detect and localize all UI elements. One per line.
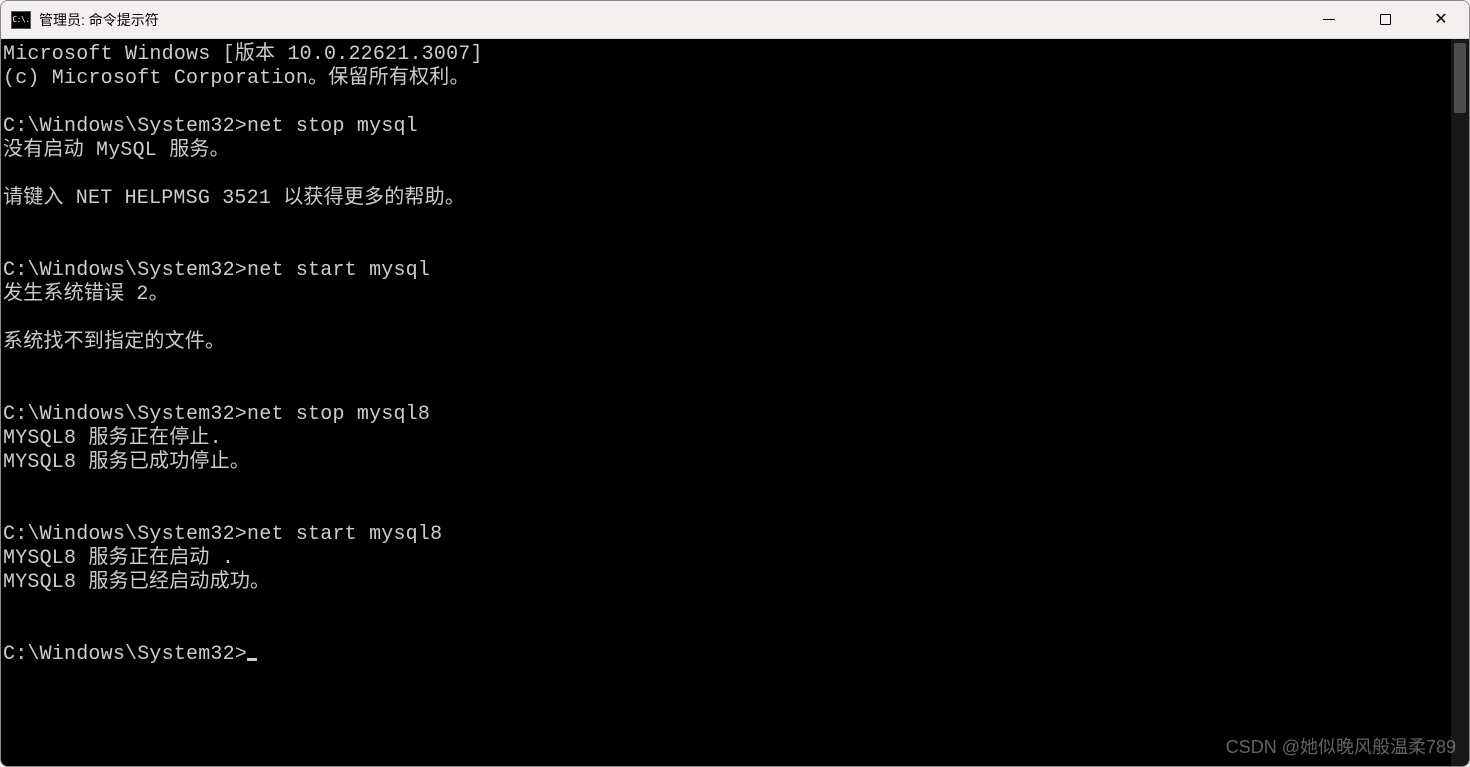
- cmd-4: net start mysql8: [247, 523, 442, 546]
- output-line: 发生系统错误 2。: [3, 283, 169, 306]
- prompt: C:\Windows\System32>: [3, 115, 247, 138]
- prompt: C:\Windows\System32>: [3, 259, 247, 282]
- output-line: 系统找不到指定的文件。: [3, 331, 225, 354]
- cursor: [247, 658, 257, 661]
- command-prompt-window: C:\. 管理员: 命令提示符 ✕ Microsoft Windows [版本 …: [0, 0, 1470, 767]
- terminal-output[interactable]: Microsoft Windows [版本 10.0.22621.3007] (…: [1, 39, 1451, 766]
- window-title: 管理员: 命令提示符: [39, 10, 1301, 30]
- output-line: MYSQL8 服务已成功停止。: [3, 451, 250, 474]
- output-line: MYSQL8 服务正在停止.: [3, 427, 222, 450]
- cmd-icon: C:\.: [11, 11, 31, 29]
- cmd-1: net stop mysql: [247, 115, 418, 138]
- maximize-button[interactable]: [1357, 1, 1413, 38]
- scrollbar-thumb[interactable]: [1454, 43, 1466, 113]
- maximize-icon: [1380, 14, 1391, 25]
- minimize-button[interactable]: [1301, 1, 1357, 38]
- close-icon: ✕: [1434, 12, 1447, 28]
- output-line: MYSQL8 服务正在启动 .: [3, 547, 234, 570]
- cmd-2: net start mysql: [247, 259, 430, 282]
- scrollbar[interactable]: [1451, 39, 1469, 766]
- minimize-icon: [1323, 19, 1335, 20]
- header-version: Microsoft Windows [版本 10.0.22621.3007]: [3, 43, 483, 66]
- output-line: 没有启动 MySQL 服务。: [3, 139, 230, 162]
- header-copyright: (c) Microsoft Corporation。保留所有权利。: [3, 67, 470, 90]
- output-line: 请键入 NET HELPMSG 3521 以获得更多的帮助。: [3, 187, 465, 210]
- output-line: MYSQL8 服务已经启动成功。: [3, 571, 270, 594]
- titlebar[interactable]: C:\. 管理员: 命令提示符 ✕: [1, 1, 1469, 39]
- cmd-3: net stop mysql8: [247, 403, 430, 426]
- prompt: C:\Windows\System32>: [3, 403, 247, 426]
- close-button[interactable]: ✕: [1413, 1, 1469, 38]
- terminal-area: Microsoft Windows [版本 10.0.22621.3007] (…: [1, 39, 1469, 766]
- prompt: C:\Windows\System32>: [3, 643, 247, 666]
- prompt: C:\Windows\System32>: [3, 523, 247, 546]
- window-controls: ✕: [1301, 1, 1469, 38]
